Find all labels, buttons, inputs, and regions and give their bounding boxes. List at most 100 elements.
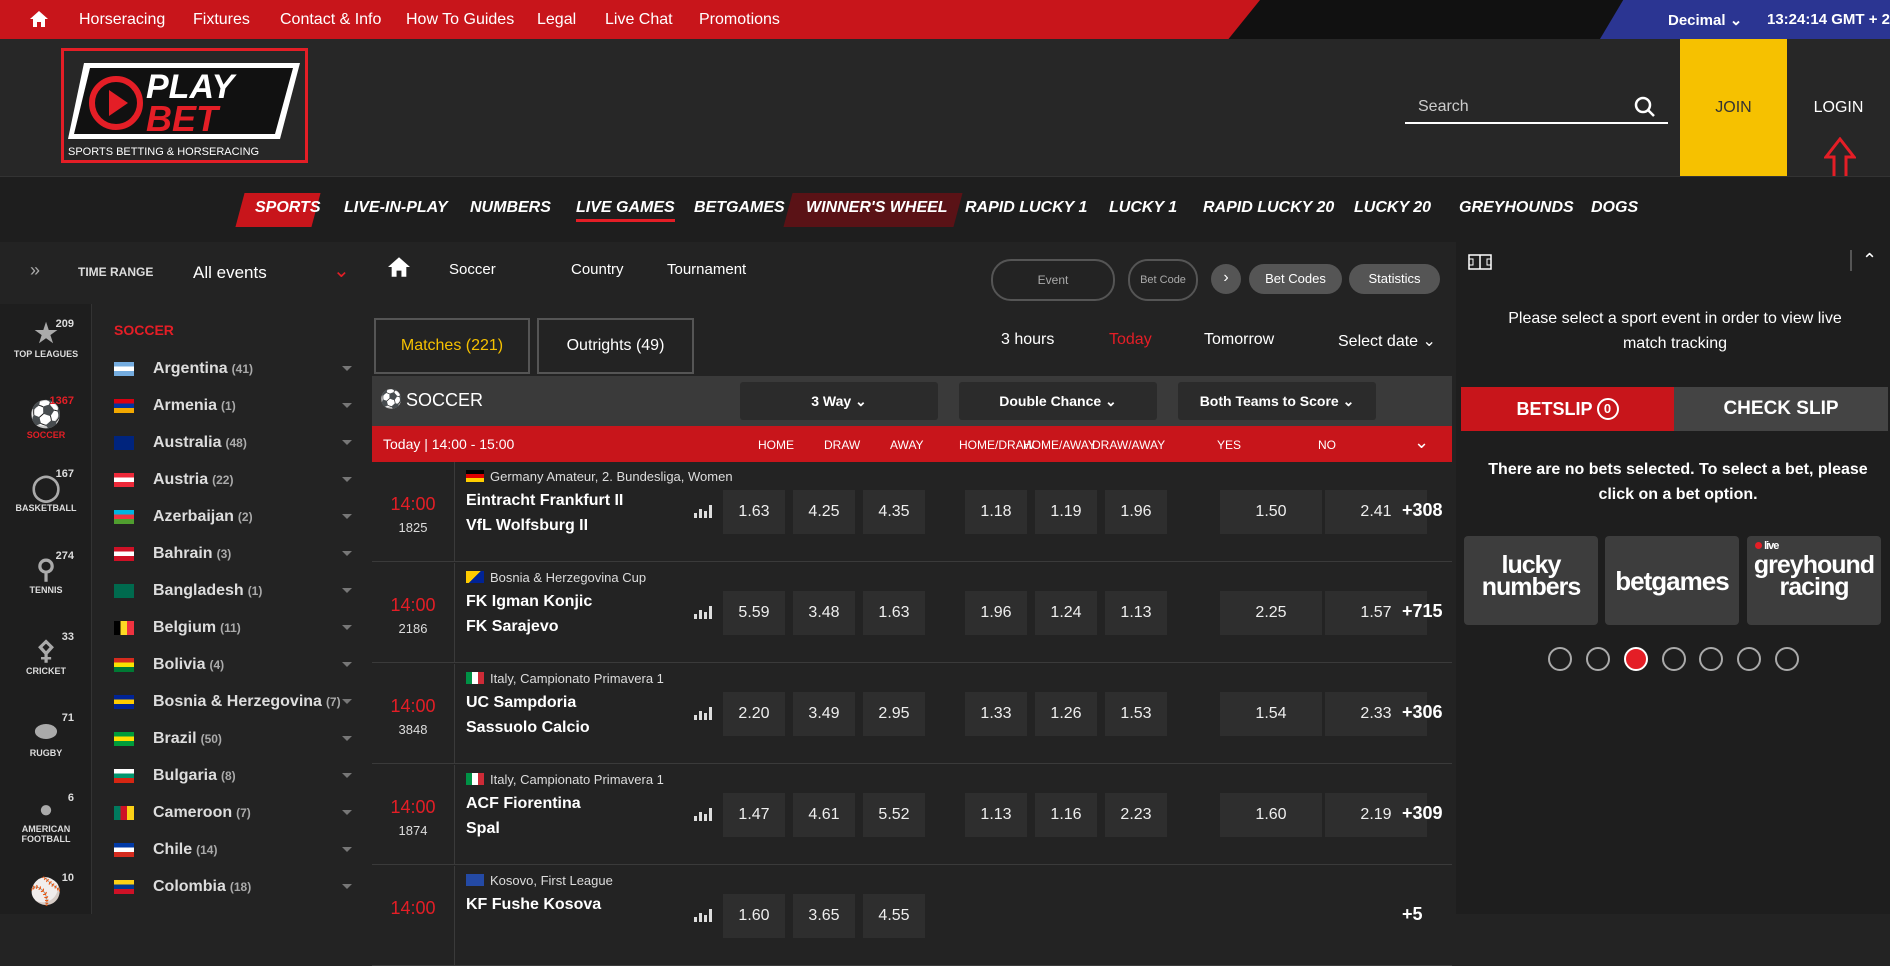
country-item[interactable]: Bulgaria (8) [114,765,364,787]
country-item[interactable]: Azerbaijan (2) [114,506,364,528]
nav-contact-info[interactable]: Contact & Info [280,11,381,29]
rail-tennis[interactable]: 274 ⚲ TENNIS [0,550,92,595]
breadcrumb-country[interactable]: Country [571,261,624,278]
rail-basketball[interactable]: 167 ◯ BASKETBALL [0,468,92,513]
odds-button[interactable]: 2.25 [1220,591,1322,635]
match-row[interactable]: 14:00 1825 Germany Amateur, 2. Bundeslig… [372,462,1452,562]
tab-betgames[interactable]: BETGAMES [694,199,785,217]
odds-button[interactable]: 1.24 [1035,591,1097,635]
odds-button[interactable]: 1.54 [1220,692,1322,736]
bet-codes-button[interactable]: Bet Codes [1249,264,1342,294]
country-item[interactable]: Australia (48) [114,432,364,454]
odds-button[interactable]: 1.96 [1105,490,1167,534]
market-select-double-chance[interactable]: Double Chance ⌄ [959,382,1157,420]
country-item[interactable]: Bangladesh (1) [114,580,364,602]
odds-button[interactable]: 1.19 [1035,490,1097,534]
carousel-dot-4[interactable] [1662,647,1686,671]
expand-icon[interactable]: » [30,260,40,281]
odds-button[interactable]: 1.60 [1220,793,1322,837]
tab-rapid-lucky-1[interactable]: RAPID LUCKY 1 [965,199,1087,217]
tab-sports[interactable]: SPORTS [255,199,321,217]
check-slip-tab[interactable]: CHECK SLIP [1674,387,1888,431]
nav-live-chat[interactable]: Live Chat [605,11,673,29]
more-markets-link[interactable]: +306 [1402,702,1443,723]
breadcrumb-soccer[interactable]: Soccer [449,261,496,278]
match-row[interactable]: 14:00 Kosovo, First League KF Fushe Koso… [372,866,1452,966]
bet-code-input[interactable]: Bet Code [1128,259,1198,301]
odds-button[interactable]: 1.13 [965,793,1027,837]
odds-button[interactable]: 1.18 [965,490,1027,534]
join-button[interactable]: JOIN [1680,39,1787,176]
tab-lucky-20[interactable]: LUCKY 20 [1354,199,1431,217]
filter-today[interactable]: Today [1109,331,1152,349]
logo[interactable]: PLAY BET SPORTS BETTING & HORSERACING [61,48,308,163]
nav-legal[interactable]: Legal [537,11,576,29]
odds-button[interactable]: 1.47 [723,793,785,837]
time-range-select[interactable]: All events [193,263,267,283]
statistics-button[interactable]: Statistics [1349,264,1440,294]
betslip-tab[interactable]: BETSLIP 0 [1461,387,1674,431]
stats-icon[interactable] [694,706,714,720]
country-item[interactable]: Belgium (11) [114,617,364,639]
odds-button[interactable]: 2.95 [863,692,925,736]
odds-button[interactable]: 4.55 [863,894,925,938]
carousel-dot-5[interactable] [1699,647,1723,671]
home-icon[interactable] [388,257,410,277]
more-markets-link[interactable]: +715 [1402,601,1443,622]
odds-button[interactable]: 1.63 [863,591,925,635]
search-input[interactable]: Search [1405,94,1668,124]
promo-lucky-numbers[interactable]: lucky numbers [1464,536,1598,625]
country-item[interactable]: Austria (22) [114,469,364,491]
tab-outrights[interactable]: Outrights (49) [537,318,694,374]
country-item[interactable]: Argentina (41) [114,358,364,380]
market-select-btts[interactable]: Both Teams to Score ⌄ [1178,382,1376,420]
odds-format-select[interactable]: Decimal ⌄ [1668,11,1742,29]
search-icon[interactable] [1634,96,1656,118]
odds-button[interactable]: 1.13 [1105,591,1167,635]
rail-soccer[interactable]: 1367 ⚽ SOCCER [0,395,92,440]
country-item[interactable]: Bolivia (4) [114,654,364,676]
odds-button[interactable]: 3.48 [793,591,855,635]
more-markets-link[interactable]: +309 [1402,803,1443,824]
odds-button[interactable]: 1.33 [965,692,1027,736]
rail-more-sport[interactable]: 10 ⚾ [0,872,92,907]
more-markets-link[interactable]: +308 [1402,500,1443,521]
odds-button[interactable]: 1.63 [723,490,785,534]
odds-button[interactable]: 2.20 [723,692,785,736]
carousel-dot-1[interactable] [1548,647,1572,671]
odds-button[interactable]: 1.16 [1035,793,1097,837]
promo-greyhound-racing[interactable]: live greyhound racing [1747,536,1881,625]
country-item[interactable]: Bosnia & Herzegovina (7) [114,691,364,713]
carousel-dot-7[interactable] [1775,647,1799,671]
odds-button[interactable]: 1.53 [1105,692,1167,736]
match-row[interactable]: 14:00 3848 Italy, Campionato Primavera 1… [372,664,1452,764]
country-item[interactable]: Cameroon (7) [114,802,364,824]
login-button[interactable]: LOGIN [1787,39,1890,181]
odds-button[interactable]: 1.50 [1220,490,1322,534]
odds-button[interactable]: 1.60 [723,894,785,938]
select-date[interactable]: Select date ⌄ [1338,331,1436,351]
country-item[interactable]: Chile (14) [114,839,364,861]
country-item[interactable]: Bahrain (3) [114,543,364,565]
tab-live-games[interactable]: LIVE GAMES [576,199,675,222]
tab-numbers[interactable]: NUMBERS [470,199,551,217]
filter-tomorrow[interactable]: Tomorrow [1204,331,1274,349]
tab-greyhounds[interactable]: GREYHOUNDS [1459,199,1574,217]
odds-button[interactable]: 1.26 [1035,692,1097,736]
chevron-down-icon[interactable]: ⌄ [1414,432,1429,453]
nav-promotions[interactable]: Promotions [699,11,780,29]
rail-cricket[interactable]: 33 ⚴ CRICKET [0,631,92,676]
country-item[interactable]: Brazil (50) [114,728,364,750]
nav-how-to-guides[interactable]: How To Guides [406,11,514,29]
rail-top-leagues[interactable]: 209 ★ TOP LEAGUES [0,318,92,359]
odds-button[interactable]: 4.35 [863,490,925,534]
stats-icon[interactable] [694,504,714,518]
carousel-dot-6[interactable] [1737,647,1761,671]
odds-button[interactable]: 5.52 [863,793,925,837]
rail-american-football[interactable]: 6 ● AMERICAN FOOTBALL [0,792,92,844]
carousel-dot-3[interactable] [1624,647,1648,671]
nav-horseracing[interactable]: Horseracing [79,11,165,29]
stats-icon[interactable] [694,605,714,619]
event-input[interactable]: Event [991,259,1115,301]
stats-icon[interactable] [694,908,714,922]
